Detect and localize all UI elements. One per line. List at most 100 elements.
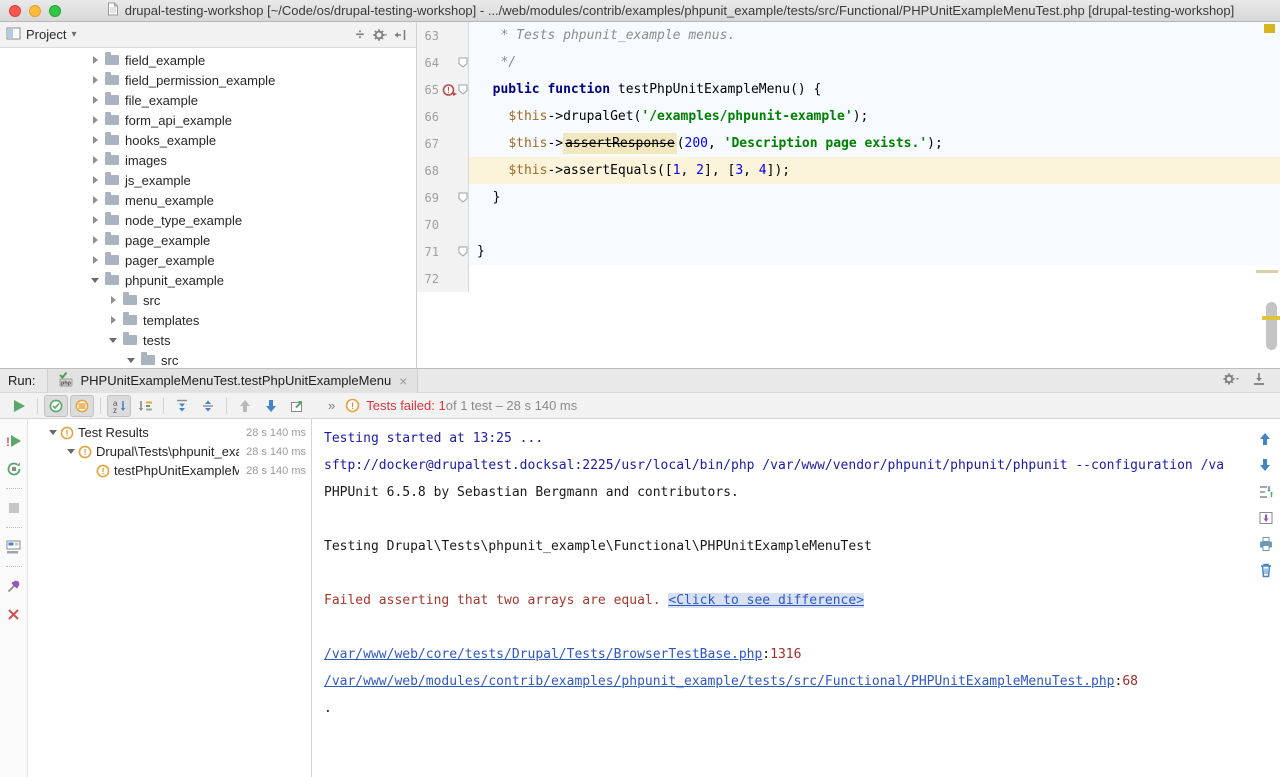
- editor-line[interactable]: 64 */: [417, 49, 1280, 76]
- minimize-window-button[interactable]: [29, 5, 41, 17]
- run-settings-gear-icon[interactable]: [1222, 371, 1240, 390]
- code-text[interactable]: }: [469, 184, 1280, 211]
- expand-all-button[interactable]: [170, 395, 194, 417]
- editor-gutter[interactable]: 66: [417, 103, 469, 130]
- error-stripe-mark[interactable]: [1256, 270, 1278, 273]
- sort-by-duration-button[interactable]: [133, 395, 157, 417]
- chevron-collapsed-icon[interactable]: [106, 293, 120, 307]
- locate-file-icon[interactable]: ÷: [350, 25, 370, 45]
- chevron-collapsed-icon[interactable]: [88, 173, 102, 187]
- close-tab-icon[interactable]: ×: [399, 374, 407, 388]
- pin-tab-icon[interactable]: [6, 578, 22, 594]
- chevron-collapsed-icon[interactable]: [88, 253, 102, 267]
- chevron-expanded-icon[interactable]: [64, 449, 77, 454]
- editor-gutter[interactable]: 72: [417, 265, 469, 292]
- collapse-all-button[interactable]: [196, 395, 220, 417]
- test-console[interactable]: Testing started at 13:25 ...sftp://docke…: [312, 419, 1280, 777]
- test-tree-row[interactable]: !testPhpUnitExampleMenu28 s 140 ms: [28, 461, 311, 480]
- more-actions-icon[interactable]: »: [328, 398, 335, 413]
- project-tree-item[interactable]: node_type_example: [0, 210, 416, 230]
- editor-line[interactable]: 65! public function testPhpUnitExampleMe…: [417, 76, 1280, 103]
- project-tree-item[interactable]: images: [0, 150, 416, 170]
- fold-marker-icon[interactable]: [457, 192, 468, 203]
- gear-icon[interactable]: [370, 25, 390, 45]
- clear-console-icon[interactable]: [1258, 562, 1274, 578]
- failed-test-gutter-icon[interactable]: !: [441, 82, 457, 98]
- chevron-collapsed-icon[interactable]: [88, 113, 102, 127]
- project-tree-item[interactable]: templates: [0, 310, 416, 330]
- code-text[interactable]: * Tests phpunit_example menus.: [469, 22, 1280, 49]
- code-text[interactable]: [469, 265, 1280, 292]
- close-panel-icon[interactable]: [6, 606, 22, 622]
- editor-scrollbar[interactable]: [1266, 302, 1277, 350]
- toggle-auto-test-icon[interactable]: [6, 461, 22, 477]
- editor-gutter[interactable]: 65!: [417, 76, 469, 103]
- project-tree-item[interactable]: phpunit_example: [0, 270, 416, 290]
- project-dropdown-icon[interactable]: ▾: [71, 29, 76, 40]
- chevron-collapsed-icon[interactable]: [106, 313, 120, 327]
- code-text[interactable]: public function testPhpUnitExampleMenu()…: [469, 76, 1280, 103]
- filter-stacktrace-icon[interactable]: [1258, 484, 1274, 500]
- down-stacktrace-icon[interactable]: [1258, 458, 1274, 474]
- project-tree-item[interactable]: src: [0, 290, 416, 310]
- code-text[interactable]: */: [469, 49, 1280, 76]
- show-passed-toggle[interactable]: [44, 395, 68, 417]
- editor-line[interactable]: 67 $this->assertResponse(200, 'Descripti…: [417, 130, 1280, 157]
- project-tree-item[interactable]: page_example: [0, 230, 416, 250]
- chevron-expanded-icon[interactable]: [124, 353, 138, 367]
- next-failed-test-button[interactable]: [259, 395, 283, 417]
- close-window-button[interactable]: [9, 5, 21, 17]
- editor-line[interactable]: 70: [417, 211, 1280, 238]
- previous-failed-test-button[interactable]: [233, 395, 257, 417]
- editor-gutter[interactable]: 69: [417, 184, 469, 211]
- project-tree-item[interactable]: field_permission_example: [0, 70, 416, 90]
- fold-marker-icon[interactable]: [457, 246, 468, 257]
- code-text[interactable]: $this->drupalGet('/examples/phpunit-exam…: [469, 103, 1280, 130]
- chevron-expanded-icon[interactable]: [106, 333, 120, 347]
- project-tree-item[interactable]: tests: [0, 330, 416, 350]
- project-panel-title[interactable]: Project: [26, 27, 66, 42]
- chevron-collapsed-icon[interactable]: [88, 73, 102, 87]
- hide-panel-icon[interactable]: [390, 25, 410, 45]
- code-editor[interactable]: 63 * Tests phpunit_example menus.64 */65…: [417, 22, 1280, 368]
- hide-run-panel-icon[interactable]: [1252, 372, 1266, 389]
- fold-marker-icon[interactable]: [457, 57, 468, 68]
- project-tree-item[interactable]: src: [0, 350, 416, 368]
- editor-line[interactable]: 68 $this->assertEquals([1, 2], [3, 4]);: [417, 157, 1280, 184]
- project-tree-item[interactable]: file_example: [0, 90, 416, 110]
- chevron-expanded-icon[interactable]: [46, 430, 59, 435]
- editor-gutter[interactable]: 68: [417, 157, 469, 184]
- zoom-window-button[interactable]: [49, 5, 61, 17]
- console-link[interactable]: /var/www/web/modules/contrib/examples/ph…: [324, 674, 1115, 689]
- error-stripe-warning-mark[interactable]: [1264, 24, 1275, 33]
- code-text[interactable]: $this->assertEquals([1, 2], [3, 4]);: [469, 157, 1280, 184]
- rerun-failed-tests-icon[interactable]: !: [6, 433, 22, 449]
- editor-gutter[interactable]: 64: [417, 49, 469, 76]
- sort-alphabetically-toggle[interactable]: az: [107, 395, 131, 417]
- project-tree-item[interactable]: pager_example: [0, 250, 416, 270]
- project-tree-item[interactable]: menu_example: [0, 190, 416, 210]
- editor-line[interactable]: 63 * Tests phpunit_example menus.: [417, 22, 1280, 49]
- fold-marker-icon[interactable]: [457, 84, 468, 95]
- open-results-in-editor-icon[interactable]: [1258, 510, 1274, 526]
- chevron-collapsed-icon[interactable]: [88, 133, 102, 147]
- editor-line[interactable]: 71}: [417, 238, 1280, 265]
- editor-line[interactable]: 69 }: [417, 184, 1280, 211]
- run-tab[interactable]: php PHPUnitExampleMenuTest.testPhpUnitEx…: [47, 369, 418, 393]
- up-stacktrace-icon[interactable]: [1258, 432, 1274, 448]
- code-text[interactable]: $this->assertResponse(200, 'Description …: [469, 130, 1280, 157]
- editor-line[interactable]: 72: [417, 265, 1280, 292]
- code-text[interactable]: [469, 211, 1280, 238]
- show-ignored-toggle[interactable]: [70, 395, 94, 417]
- console-link[interactable]: <Click to see difference>: [668, 593, 864, 608]
- chevron-collapsed-icon[interactable]: [88, 93, 102, 107]
- chevron-collapsed-icon[interactable]: [88, 53, 102, 67]
- project-tree-item[interactable]: field_example: [0, 50, 416, 70]
- rerun-button[interactable]: [7, 395, 31, 417]
- chevron-collapsed-icon[interactable]: [88, 233, 102, 247]
- console-link[interactable]: /var/www/web/core/tests/Drupal/Tests/Bro…: [324, 647, 762, 662]
- test-tree-row[interactable]: !Test Results28 s 140 ms: [28, 423, 311, 442]
- stop-icon[interactable]: [6, 500, 22, 516]
- editor-gutter[interactable]: 67: [417, 130, 469, 157]
- test-tree-row[interactable]: !Drupal\Tests\phpunit_example\Functional…: [28, 442, 311, 461]
